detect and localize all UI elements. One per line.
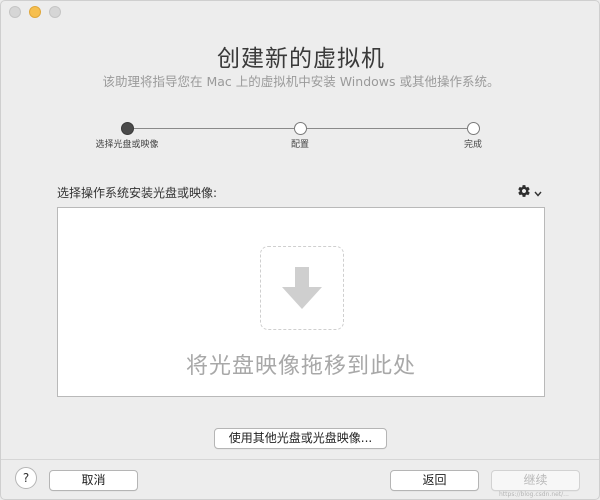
drop-target-box <box>260 246 344 330</box>
page-subtitle: 该助理将指导您在 Mac 上的虚拟机中安装 Windows 或其他操作系统。 <box>102 74 500 89</box>
back-button[interactable]: 返回 <box>390 470 479 491</box>
step-3-label: 完成 <box>463 140 483 150</box>
chevron-down-icon <box>534 190 542 199</box>
vm-assistant-window: 创建新的虚拟机 该助理将指导您在 Mac 上的虚拟机中安装 Windows 或其… <box>0 0 600 500</box>
drop-zone-hint: 将光盘映像拖移到此处 <box>185 354 416 379</box>
gear-icon <box>517 184 531 202</box>
close-window-button[interactable] <box>9 6 21 18</box>
step-1-label: 选择光盘或映像 <box>95 140 159 150</box>
step-connector <box>134 128 294 129</box>
use-other-disk-button[interactable]: 使用其他光盘或光盘映像... <box>214 428 387 449</box>
step-2-indicator <box>294 122 307 135</box>
options-menu-button[interactable] <box>517 184 542 202</box>
step-2-label: 配置 <box>290 140 310 150</box>
disk-image-drop-zone[interactable]: 将光盘映像拖移到此处 <box>57 207 545 397</box>
window-controls <box>9 6 61 18</box>
footer-divider <box>1 459 599 460</box>
progress-stepper: 选择光盘或映像 配置 完成 <box>1 122 599 152</box>
help-button[interactable]: ? <box>15 467 37 489</box>
step-1-indicator <box>121 122 134 135</box>
install-media-label: 选择操作系统安装光盘或映像: <box>57 186 218 200</box>
cancel-button[interactable]: 取消 <box>49 470 138 491</box>
minimize-window-button[interactable] <box>29 6 41 18</box>
zoom-window-button[interactable] <box>49 6 61 18</box>
page-title: 创建新的虚拟机 <box>217 46 385 72</box>
step-connector <box>307 128 467 129</box>
step-3-indicator <box>467 122 480 135</box>
watermark-text: https://blog.csdn.net/... <box>499 491 569 498</box>
download-arrow-icon <box>282 267 322 309</box>
continue-button[interactable]: 继续 <box>491 470 580 491</box>
